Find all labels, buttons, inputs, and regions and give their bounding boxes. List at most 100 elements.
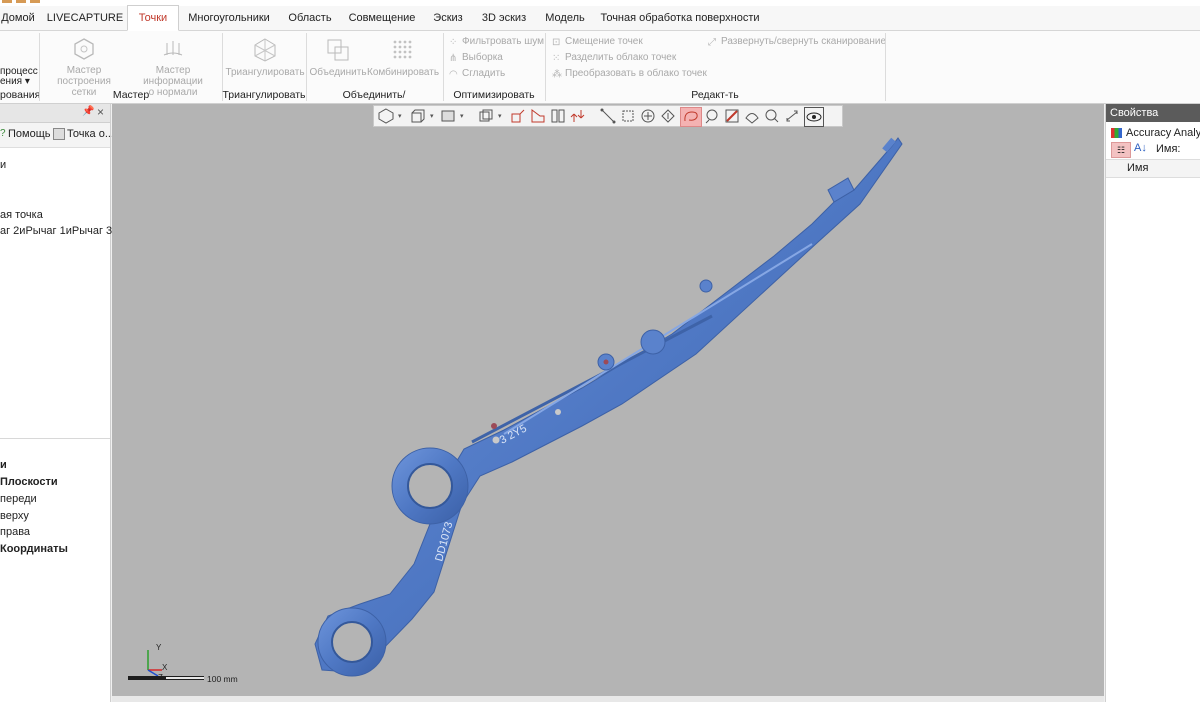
tree-plane-top[interactable]: верху [0,510,29,522]
split-view-icon[interactable] [550,108,566,124]
polygon-select-icon[interactable] [660,108,676,124]
split-cloud-label: Разделить облако точек [565,52,677,63]
point-icon [53,128,65,140]
chevron-down-icon[interactable]: ▾ [460,112,464,120]
offset-points-icon: ⊡ [552,37,561,48]
process-label-2[interactable]: ения ▾ [0,75,30,89]
tab-3d-sketch[interactable]: 3D эскиз [478,6,530,30]
group-separator [885,33,886,101]
render-mode-icon[interactable] [440,108,456,124]
group-label-wizard: Мастер [112,89,150,101]
offset-points-button[interactable]: ⊡ Смещение точек [552,35,643,49]
group-label-triangulate: Триангулировать [222,89,306,101]
select-front-icon[interactable] [510,108,526,124]
tree-item[interactable]: ая точка [0,209,43,221]
tab-polygons[interactable]: Многоугольники [184,6,274,30]
merge-button[interactable]: Объединить [309,37,367,78]
lever-part [314,137,903,677]
tab-sketch[interactable]: Эскиз [426,6,470,30]
normal-wizard-icon [163,41,183,56]
mesh-wizard-icon [74,38,94,60]
smooth-icon: ◠ [449,69,458,80]
filter-noise-label: Фильтровать шум [462,36,545,47]
help-icon: ? [0,128,6,139]
convert-cloud-icon: ⁂ [552,69,562,80]
tree-item[interactable]: и [0,159,6,171]
left-panel-toolbar: ? Помощь Точка о... [0,123,114,148]
tab-livecapture[interactable]: LIVECAPTURE [46,6,124,30]
smooth-button[interactable]: ◠ Сгладить [449,67,505,81]
tab-points[interactable]: Точки [127,5,179,31]
cube-view-icon[interactable] [410,108,426,124]
accuracy-analyzer-item[interactable]: Accuracy Analyze [1126,127,1200,139]
chevron-down-icon[interactable]: ▾ [498,112,502,120]
tab-exact-surfacing[interactable]: Точная обработка поверхности [600,6,760,30]
tab-model[interactable]: Модель [538,6,592,30]
triangulate-label: Триангулировать [225,67,305,78]
filter-noise-button[interactable]: ⁘ Фильтровать шум [449,35,544,49]
lasso-select-icon[interactable] [680,107,702,127]
scale-bar-label: 100 mm [207,674,238,684]
tree-root[interactable]: и [0,459,7,471]
extend-select-icon[interactable] [764,108,780,124]
properties-title: Свойства [1110,107,1159,119]
sampling-icon: ⋔ [449,53,458,64]
pin-icon[interactable]: 📌 [82,106,94,117]
chevron-down-icon[interactable]: ▾ [398,112,402,120]
name-label: Имя: [1156,143,1181,155]
expand-collapse-icon: ⤢ [708,37,716,48]
smooth-label: Сгладить [462,68,506,79]
group-label-edit: Редакт-ть [691,89,739,101]
split-cloud-icon: ⁙ [552,53,561,64]
rect-select-icon[interactable] [620,108,636,124]
triangulate-button[interactable]: Триангулировать [224,37,306,78]
merge-icon [327,39,349,61]
arrows-icon[interactable] [570,108,586,124]
eye-icon[interactable] [804,107,824,127]
3d-viewport[interactable]: 3 2Y5 DD1073 Y X Z 100 mm [112,104,1104,696]
circle-select-icon[interactable] [640,108,656,124]
select-side-icon[interactable] [530,108,546,124]
tree-item[interactable]: аг 2иРычаг 1иРычаг 3 [0,225,112,237]
box-view-icon[interactable] [478,108,494,124]
tree-planes[interactable]: Плоскости [0,476,58,488]
tree-plane-right[interactable]: права [0,526,30,538]
help-tab[interactable]: Помощь [8,128,51,140]
left-panel: 📌 × ? Помощь Точка о... и ая точка аг 2и… [0,104,114,702]
expand-collapse-label: Развернуть/свернуть сканирование [721,36,887,47]
expand-collapse-button[interactable]: ⤢ Развернуть/свернуть сканирование [708,35,886,49]
tree-coordinates[interactable]: Координаты [0,543,68,555]
brush-select-icon[interactable] [704,108,720,124]
tab-alignment[interactable]: Совмещение [346,6,418,30]
close-icon[interactable]: × [97,105,104,119]
combine-icon [393,40,412,59]
tree-plane-front[interactable]: переди [0,493,37,505]
scanned-part-view: 3 2Y5 DD1073 Y X Z 100 mm [128,137,903,684]
combine-button[interactable]: Комбинировать [367,37,439,78]
status-strip [112,696,1104,702]
sampling-button[interactable]: ⋔ Выборка [449,51,503,65]
point-tab[interactable]: Точка о... [67,128,114,140]
sampling-label: Выборка [462,52,503,63]
combine-label: Комбинировать [367,67,440,78]
convert-cloud-button[interactable]: ⁂ Преобразовать в облако точек [552,67,707,81]
region-select-icon[interactable] [744,108,760,124]
panel-divider [0,438,110,439]
invert-select-icon[interactable] [784,108,800,124]
ribbon-tab-bar: Домой LIVECAPTURE Точки Многоугольники О… [0,5,1200,31]
category-sort-icon[interactable]: ☷ [1111,142,1131,158]
mesh-wizard-label-1: Мастер [66,65,102,76]
view-orient-icon[interactable] [378,108,394,124]
paint-select-icon[interactable] [724,108,740,124]
group-label-optimize: Оптимизировать [453,89,535,101]
tab-home[interactable]: Домой [0,6,36,30]
filter-noise-icon: ⁘ [449,37,458,48]
chevron-down-icon[interactable]: ▾ [430,112,434,120]
line-select-icon[interactable] [600,108,616,124]
ribbon: процесс ения ▾ рования Мастер построения… [0,31,1200,115]
split-cloud-button[interactable]: ⁙ Разделить облако точек [552,51,676,65]
properties-column-header: Имя [1106,159,1200,178]
tab-region[interactable]: Область [282,6,338,30]
alpha-sort-icon[interactable]: A↓ [1134,142,1147,154]
name-column[interactable]: Имя [1127,162,1148,174]
